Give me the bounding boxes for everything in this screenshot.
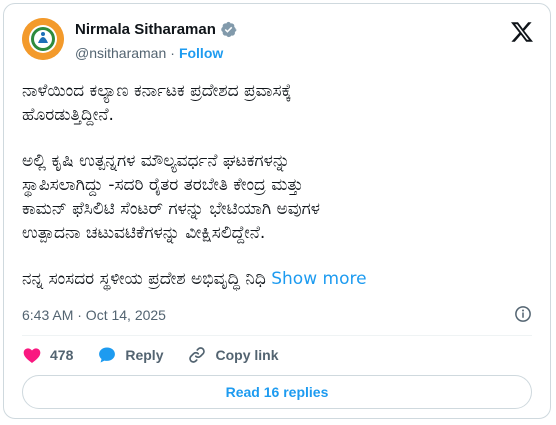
like-button[interactable]: 478 bbox=[22, 345, 73, 365]
show-more-link[interactable]: Show more bbox=[271, 269, 366, 289]
post-paragraph: ನಾಳೆಯಿಂದ ಕಲ್ಯಾಣ ಕರ್ನಾಟಕ ಪ್ರದೇಶದ ಪ್ರವಾಸಕ್… bbox=[22, 81, 292, 125]
info-icon[interactable] bbox=[514, 305, 532, 323]
author-name[interactable]: Nirmala Sitharaman bbox=[75, 21, 216, 38]
link-icon bbox=[189, 347, 206, 363]
divider bbox=[22, 335, 532, 336]
avatar[interactable] bbox=[22, 18, 64, 60]
follow-button[interactable]: Follow bbox=[179, 45, 223, 61]
post-card: Nirmala Sitharaman @nsitharaman · Follow… bbox=[3, 3, 551, 419]
copy-link-button[interactable]: Copy link bbox=[187, 345, 279, 365]
reply-button[interactable]: Reply bbox=[97, 345, 163, 365]
party-logo-icon bbox=[22, 18, 64, 60]
read-replies-button[interactable]: Read 16 replies bbox=[22, 375, 532, 409]
heart-icon bbox=[23, 348, 41, 363]
author-handle[interactable]: @nsitharaman bbox=[75, 45, 166, 61]
post-text: ನಾಳೆಯಿಂದ ಕಲ್ಯಾಣ ಕರ್ನಾಟಕ ಪ್ರದೇಶದ ಪ್ರವಾಸಕ್… bbox=[22, 79, 542, 291]
reply-label: Reply bbox=[125, 347, 164, 363]
reply-bubble-icon bbox=[99, 347, 116, 363]
verified-badge-icon bbox=[221, 21, 237, 38]
truncated-text: ನನ್ನ ಸಂಸದರ ಸ್ಥಳೀಯ ಪ್ರದೇಶ ಅಭಿವೃದ್ಧಿ ನಿಧಿ bbox=[22, 269, 266, 289]
x-logo-icon[interactable] bbox=[510, 20, 534, 44]
copy-link-label: Copy link bbox=[215, 347, 279, 363]
like-count: 478 bbox=[50, 347, 74, 363]
separator: · bbox=[170, 45, 175, 61]
timestamp[interactable]: 6:43 AM · Oct 14, 2025 bbox=[22, 307, 166, 323]
post-paragraph: ಅಲ್ಲಿ ಕೃಷಿ ಉತ್ಪನ್ನಗಳ ಮೌಲ್ಯವರ್ಧನೆ ಘಟಕಗಳನ್… bbox=[22, 151, 321, 243]
post-paragraph-truncated: ನನ್ನ ಸಂಸದರ ಸ್ಥಳೀಯ ಪ್ರದೇಶ ಅಭಿವೃದ್ಧಿ ನಿಧಿ … bbox=[22, 267, 542, 291]
